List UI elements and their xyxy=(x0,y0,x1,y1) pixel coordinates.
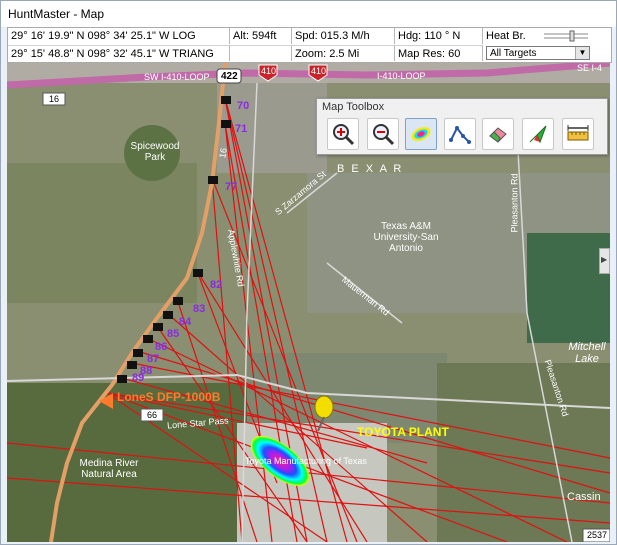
route-icon xyxy=(449,126,471,144)
toyota-manufacturing-label: Toyota Manufacturing of Texas xyxy=(245,456,367,466)
marker-70[interactable]: 70 xyxy=(237,100,249,112)
heat-brightness-slider[interactable] xyxy=(542,30,590,42)
chevron-down-icon[interactable]: ▼ xyxy=(575,47,589,59)
status-info-panel: 29° 16' 19.9" N 098° 34' 25.1" W LOG Alt… xyxy=(7,27,612,63)
marker-87[interactable]: 87 xyxy=(147,353,159,365)
zoom-out-button[interactable] xyxy=(367,118,399,150)
cassin-label: Cassin xyxy=(567,491,601,503)
marker-85[interactable]: 85 xyxy=(167,328,179,340)
marker-89[interactable]: 89 xyxy=(132,372,144,384)
eraser-icon xyxy=(489,127,507,143)
shield-410-east-label: 410 xyxy=(311,66,327,76)
marker-71[interactable]: 71 xyxy=(235,123,247,135)
marker-84[interactable]: 84 xyxy=(179,316,191,328)
direction-arrow-button[interactable] xyxy=(522,118,554,150)
road-label-i410: I-410-LOOP xyxy=(377,71,426,81)
side-panel-expand-tab[interactable]: ▶ xyxy=(599,248,610,274)
map-resolution-readout: Map Res: 60 xyxy=(395,45,483,61)
toyota-plant-label: TOYOTA PLANT xyxy=(357,425,449,439)
mitchell-lake-water xyxy=(527,233,610,343)
target-select-value: All Targets xyxy=(490,48,537,59)
heatmap-button[interactable] xyxy=(405,118,437,150)
road-label-i410-se: SE I-4 xyxy=(577,63,603,73)
map-toolbox: Map Toolbox xyxy=(316,98,608,155)
chevron-right-icon: ▶ xyxy=(601,255,608,264)
zoom-in-button[interactable] xyxy=(327,118,359,150)
window-title: HuntMaster - Map xyxy=(8,7,105,21)
marker-77[interactable]: 77 xyxy=(225,181,237,193)
zoom-out-icon xyxy=(373,124,395,146)
toolbox-title: Map Toolbox xyxy=(322,101,385,113)
medina-river-label: Medina River Natural Area xyxy=(79,458,139,480)
measure-button[interactable] xyxy=(562,118,594,150)
tamu-sa-label: Texas A&M University-San Antonio xyxy=(373,221,439,254)
road-label-pleasanton-north: Pleasanton Rd xyxy=(509,173,520,233)
cursor-position-triang: 29° 15' 48.8" N 098° 32' 45.1" W TRIANG xyxy=(8,45,230,61)
shield-66-label: 66 xyxy=(147,410,158,420)
shield-422-label: 422 xyxy=(221,71,238,82)
eraser-button[interactable] xyxy=(482,118,514,150)
cursor-position-log: 29° 16' 19.9" N 098° 34' 25.1" W LOG xyxy=(8,28,230,44)
road-label-16: 16 xyxy=(217,147,229,159)
marker-83[interactable]: 83 xyxy=(193,303,205,315)
heatmap-icon xyxy=(411,127,431,141)
shield-410-west-label: 410 xyxy=(261,66,277,76)
speed-readout: Spd: 015.3 M/h xyxy=(292,28,395,44)
road-label-i410-sw: SW I-410-LOOP xyxy=(144,72,210,82)
terrain-fields-west xyxy=(7,163,197,303)
heading-readout: Hdg: 110 ° N xyxy=(395,28,483,44)
marker-86[interactable]: 86 xyxy=(155,341,167,353)
device-label: LoneS DFP-1000B xyxy=(117,390,221,404)
map-window: HuntMaster - Map 29° 16' 19.9" N 098° 34… xyxy=(0,0,617,545)
ruler-icon xyxy=(567,125,589,141)
cursor-arrow-icon xyxy=(529,125,547,144)
shield-2537-label: 2537 xyxy=(587,530,608,540)
satellite-map[interactable]: SW I-410-LOOP I-410-LOOP SE I-4 16 422 4… xyxy=(7,63,610,542)
shield-16-label: 16 xyxy=(49,94,60,104)
empty-cell xyxy=(230,45,292,61)
altitude-readout: Alt: 594ft xyxy=(230,28,292,44)
zoom-in-icon xyxy=(333,124,355,146)
mitchell-lake-label: Mitchell Lake xyxy=(568,341,606,365)
bexar-county-label: B E X A R xyxy=(337,163,404,175)
zoom-readout: Zoom: 2.5 Mi xyxy=(292,45,395,61)
marker-82[interactable]: 82 xyxy=(210,279,222,291)
route-button[interactable] xyxy=(444,118,476,150)
spicewood-park-label: Spicewood Park xyxy=(130,141,180,163)
target-select[interactable]: All Targets ▼ xyxy=(486,46,590,60)
title-bar: HuntMaster - Map xyxy=(1,1,616,27)
